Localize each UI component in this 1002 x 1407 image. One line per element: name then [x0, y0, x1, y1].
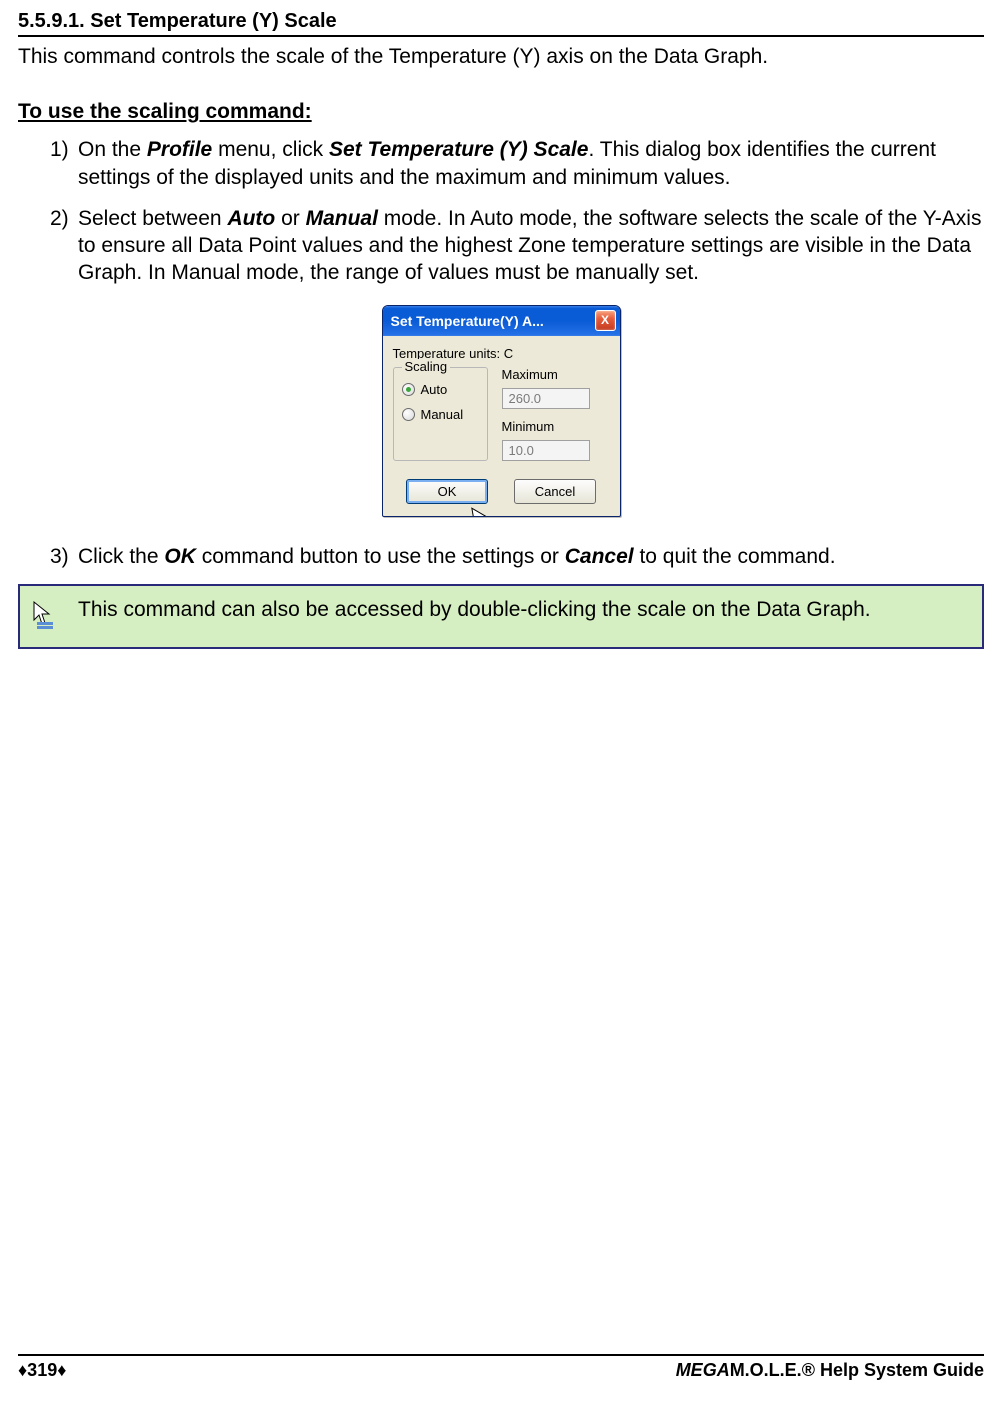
steps-list-cont: 3) Click the OK command button to use th… — [50, 543, 984, 570]
list-number: 3) — [50, 543, 69, 570]
step1-text-c: menu, click — [212, 138, 329, 161]
footer-guide: MEGAM.O.L.E.® Help System Guide — [676, 1360, 984, 1381]
close-icon: X — [601, 313, 609, 327]
auto-radio[interactable] — [402, 383, 415, 396]
dialog-container: Set Temperature(Y) A... X Temperature un… — [18, 305, 984, 517]
manual-radio-label: Manual — [421, 407, 464, 422]
list-number: 2) — [50, 205, 69, 232]
close-button[interactable]: X — [595, 310, 616, 331]
step3-text-c: command button to use the settings or — [196, 545, 565, 568]
maximum-label: Maximum — [502, 367, 590, 382]
auto-radio-row[interactable]: Auto — [402, 382, 479, 397]
dialog-body: Temperature units: C Scaling Auto Manual… — [383, 336, 620, 516]
tip-box: This command can also be accessed by dou… — [18, 584, 984, 649]
maximum-input — [502, 388, 590, 409]
step3-cancel: Cancel — [565, 545, 634, 568]
step1-command: Set Temperature (Y) Scale — [329, 138, 589, 161]
dialog-buttons: OK Cancel — [393, 479, 610, 504]
steps-list: 1) On the Profile menu, click Set Temper… — [50, 136, 984, 286]
step1-text-a: On the — [78, 138, 147, 161]
cancel-button-label: Cancel — [535, 484, 575, 499]
step2-auto: Auto — [227, 207, 275, 230]
page-number: ♦319♦ — [18, 1360, 66, 1381]
footer-guide-italic: MEGA — [676, 1360, 730, 1380]
step3-text-a: Click the — [78, 545, 164, 568]
step-3: 3) Click the OK command button to use th… — [50, 543, 984, 570]
step2-text-c: or — [275, 207, 305, 230]
ok-button[interactable]: OK — [406, 479, 488, 504]
sub-header: To use the scaling command: — [18, 100, 984, 124]
cursor-note-icon — [32, 600, 60, 637]
step2-text-a: Select between — [78, 207, 227, 230]
step1-profile: Profile — [147, 138, 212, 161]
page-footer: ♦319♦ MEGAM.O.L.E.® Help System Guide — [18, 1354, 984, 1381]
section-header: 5.5.9.1. Set Temperature (Y) Scale — [18, 10, 984, 37]
minimum-label: Minimum — [502, 419, 590, 434]
step-2: 2) Select between Auto or Manual mode. I… — [50, 205, 984, 287]
footer-guide-rest: M.O.L.E.® Help System Guide — [730, 1360, 984, 1380]
manual-radio[interactable] — [402, 408, 415, 421]
minimum-input — [502, 440, 590, 461]
range-fields: Maximum Minimum — [502, 367, 590, 461]
dialog-titlebar[interactable]: Set Temperature(Y) A... X — [383, 306, 620, 336]
step3-ok: OK — [164, 545, 196, 568]
scaling-groupbox: Scaling Auto Manual — [393, 367, 488, 461]
dialog-title: Set Temperature(Y) A... — [391, 313, 544, 329]
set-temperature-dialog: Set Temperature(Y) A... X Temperature un… — [382, 305, 621, 517]
list-number: 1) — [50, 136, 69, 163]
cancel-button[interactable]: Cancel — [514, 479, 596, 504]
step2-manual: Manual — [306, 207, 378, 230]
step-1: 1) On the Profile menu, click Set Temper… — [50, 136, 984, 191]
tip-text: This command can also be accessed by dou… — [78, 596, 871, 623]
manual-radio-row[interactable]: Manual — [402, 407, 479, 422]
auto-radio-label: Auto — [421, 382, 448, 397]
intro-text: This command controls the scale of the T… — [18, 43, 984, 70]
step3-text-e: to quit the command. — [634, 545, 836, 568]
ok-button-label: OK — [438, 484, 457, 499]
scaling-label: Scaling — [402, 359, 451, 374]
